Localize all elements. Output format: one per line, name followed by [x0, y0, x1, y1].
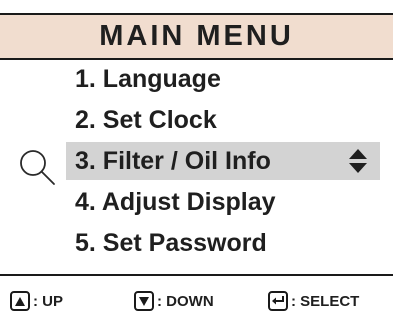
menu-item-label: 2. Set Clock [75, 105, 217, 134]
menu-item-label: 4. Adjust Display [75, 187, 276, 216]
menu-item-set-clock[interactable]: 2. Set Clock [75, 101, 217, 139]
page-title: MAIN MENU [99, 20, 294, 52]
down-key-hint: : DOWN [134, 290, 214, 312]
up-key-label: : UP [33, 292, 63, 310]
top-frame [0, 0, 393, 15]
menu-item-set-password[interactable]: 5. Set Password [75, 224, 267, 262]
magnifier-icon [20, 150, 55, 185]
menu-item-label: 3. Filter / Oil Info [75, 146, 271, 175]
up-key-hint: : UP [10, 290, 63, 312]
select-key-label: : SELECT [291, 292, 360, 310]
up-triangle-icon [10, 291, 30, 311]
lcd-screen: { "header": { "title": "MAIN MENU" }, "m… [0, 0, 393, 325]
down-key-label: : DOWN [157, 292, 214, 310]
up-down-triangles-icon [349, 149, 367, 173]
menu-item-adjust-display[interactable]: 4. Adjust Display [75, 183, 276, 221]
down-triangle-icon [134, 291, 154, 311]
select-key-hint: : SELECT [268, 290, 359, 312]
key-legend: : UP : DOWN : SELECT [0, 274, 393, 325]
menu-item-language[interactable]: 1. Language [75, 60, 221, 98]
menu-item-label: 1. Language [75, 64, 221, 93]
menu-header: MAIN MENU [0, 15, 393, 60]
enter-arrow-icon [268, 291, 288, 311]
menu-item-label: 5. Set Password [75, 228, 267, 257]
menu-item-filter-oil-info[interactable]: 3. Filter / Oil Info [66, 142, 380, 180]
